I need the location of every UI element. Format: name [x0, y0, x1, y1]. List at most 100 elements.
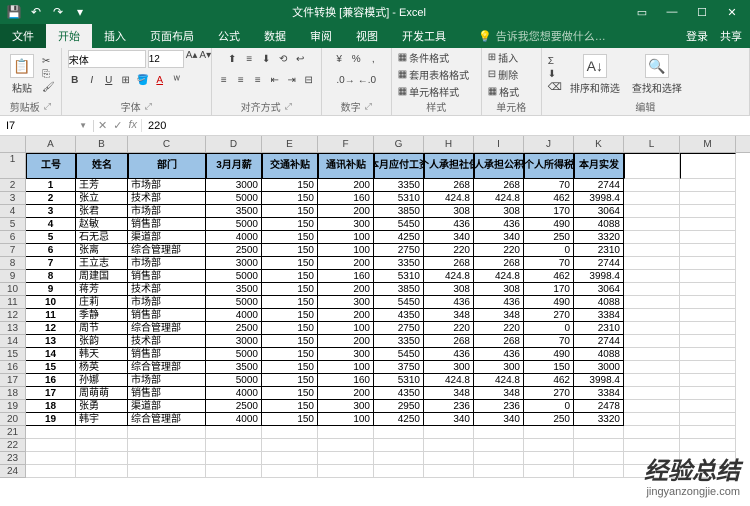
- data-cell[interactable]: 348: [474, 387, 524, 400]
- sort-filter-button[interactable]: A↓ 排序和筛选: [566, 52, 624, 97]
- empty-cell[interactable]: [680, 439, 736, 452]
- data-cell[interactable]: 2750: [374, 244, 424, 257]
- empty-cell[interactable]: [424, 439, 474, 452]
- data-cell[interactable]: 王芳: [76, 179, 128, 192]
- data-cell[interactable]: 0: [524, 322, 574, 335]
- data-cell[interactable]: 424.8: [424, 374, 474, 387]
- data-cell[interactable]: 韩宇: [76, 413, 128, 426]
- empty-cell[interactable]: [524, 426, 574, 439]
- data-cell[interactable]: 销售部: [128, 270, 206, 283]
- row-header[interactable]: 19: [0, 400, 26, 413]
- data-cell[interactable]: 3000: [206, 257, 262, 270]
- align-top-icon[interactable]: ⬆: [225, 54, 239, 65]
- qat-dropdown-icon[interactable]: ▾: [70, 2, 90, 22]
- cell-grid[interactable]: 工号姓名部门3月月薪交通补贴通讯补贴本月应付工资个人承担社保个人承担公积金个人所…: [26, 153, 750, 478]
- wrap-text-icon[interactable]: ↩: [293, 54, 307, 65]
- maximize-icon[interactable]: ☐: [688, 6, 716, 19]
- data-cell[interactable]: 436: [424, 348, 474, 361]
- italic-button[interactable]: I: [85, 75, 99, 86]
- data-cell[interactable]: 150: [262, 296, 318, 309]
- data-cell[interactable]: 348: [474, 309, 524, 322]
- data-cell[interactable]: 150: [262, 309, 318, 322]
- data-cell[interactable]: 3350: [374, 257, 424, 270]
- data-cell[interactable]: 250: [524, 413, 574, 426]
- cancel-formula-icon[interactable]: ✕: [98, 119, 107, 132]
- empty-cell[interactable]: [318, 465, 374, 478]
- data-cell[interactable]: 150: [262, 387, 318, 400]
- data-cell[interactable]: 5000: [206, 296, 262, 309]
- data-cell[interactable]: 150: [262, 257, 318, 270]
- data-cell[interactable]: 150: [524, 361, 574, 374]
- data-cell[interactable]: 268: [474, 257, 524, 270]
- number-launcher[interactable]: ⤢: [365, 101, 372, 112]
- data-cell[interactable]: [680, 413, 736, 426]
- data-cell[interactable]: 石无忌: [76, 231, 128, 244]
- data-cell[interactable]: 5310: [374, 270, 424, 283]
- find-select-button[interactable]: 🔍 查找和选择: [628, 52, 686, 97]
- data-cell[interactable]: 150: [262, 270, 318, 283]
- data-cell[interactable]: 436: [474, 218, 524, 231]
- data-cell[interactable]: 308: [424, 205, 474, 218]
- fill-icon[interactable]: ⬇: [548, 69, 562, 80]
- empty-cell[interactable]: [374, 465, 424, 478]
- data-cell[interactable]: 340: [474, 231, 524, 244]
- data-cell[interactable]: 14: [26, 348, 76, 361]
- name-box[interactable]: I7 ▼: [0, 120, 94, 132]
- data-cell[interactable]: 市场部: [128, 257, 206, 270]
- fill-color-button[interactable]: 🪣: [136, 75, 150, 86]
- data-cell[interactable]: 3750: [374, 361, 424, 374]
- header-cell[interactable]: 个人承担公积金: [474, 153, 524, 179]
- empty-cell[interactable]: [680, 426, 736, 439]
- data-cell[interactable]: 3320: [574, 231, 624, 244]
- data-cell[interactable]: [680, 244, 736, 257]
- data-cell[interactable]: 2744: [574, 257, 624, 270]
- format-cells-button[interactable]: ▦格式: [488, 84, 519, 99]
- font-size-select[interactable]: [148, 50, 184, 68]
- data-cell[interactable]: 150: [262, 322, 318, 335]
- data-cell[interactable]: 综合管理部: [128, 244, 206, 257]
- data-cell[interactable]: [624, 335, 680, 348]
- row-header[interactable]: 20: [0, 413, 26, 426]
- align-middle-icon[interactable]: ≡: [242, 54, 256, 65]
- data-cell[interactable]: 150: [262, 192, 318, 205]
- data-cell[interactable]: 150: [262, 218, 318, 231]
- data-cell[interactable]: 300: [318, 296, 374, 309]
- empty-cell[interactable]: [128, 465, 206, 478]
- data-cell[interactable]: [680, 296, 736, 309]
- data-cell[interactable]: 3850: [374, 283, 424, 296]
- data-cell[interactable]: 3000: [206, 179, 262, 192]
- empty-cell[interactable]: [574, 439, 624, 452]
- empty-cell[interactable]: [424, 426, 474, 439]
- data-cell[interactable]: 4088: [574, 218, 624, 231]
- data-cell[interactable]: 3064: [574, 205, 624, 218]
- empty-cell[interactable]: [680, 452, 736, 465]
- column-header-H[interactable]: H: [424, 136, 474, 152]
- data-cell[interactable]: 季静: [76, 309, 128, 322]
- data-cell[interactable]: 2950: [374, 400, 424, 413]
- header-cell[interactable]: 部门: [128, 153, 206, 179]
- indent-decrease-icon[interactable]: ⇤: [268, 75, 282, 86]
- data-cell[interactable]: 436: [424, 296, 474, 309]
- data-cell[interactable]: [680, 192, 736, 205]
- data-cell[interactable]: 462: [524, 192, 574, 205]
- undo-icon[interactable]: ↶: [26, 2, 46, 22]
- data-cell[interactable]: 424.8: [424, 192, 474, 205]
- close-icon[interactable]: ✕: [718, 6, 746, 19]
- data-cell[interactable]: 2310: [574, 322, 624, 335]
- autosum-icon[interactable]: Σ: [548, 56, 562, 67]
- data-cell[interactable]: [680, 335, 736, 348]
- data-cell[interactable]: 308: [474, 205, 524, 218]
- data-cell[interactable]: 4350: [374, 387, 424, 400]
- data-cell[interactable]: 220: [474, 244, 524, 257]
- empty-cell[interactable]: [26, 439, 76, 452]
- data-cell[interactable]: 周节: [76, 322, 128, 335]
- data-cell[interactable]: 5310: [374, 374, 424, 387]
- data-cell[interactable]: 3998.4: [574, 374, 624, 387]
- align-center-icon[interactable]: ≡: [234, 75, 248, 86]
- data-cell[interactable]: 490: [524, 296, 574, 309]
- data-cell[interactable]: [624, 361, 680, 374]
- column-header-K[interactable]: K: [574, 136, 624, 152]
- header-cell[interactable]: 3月月薪: [206, 153, 262, 179]
- share-button[interactable]: 共享: [720, 28, 742, 44]
- header-cell[interactable]: 通讯补贴: [318, 153, 374, 179]
